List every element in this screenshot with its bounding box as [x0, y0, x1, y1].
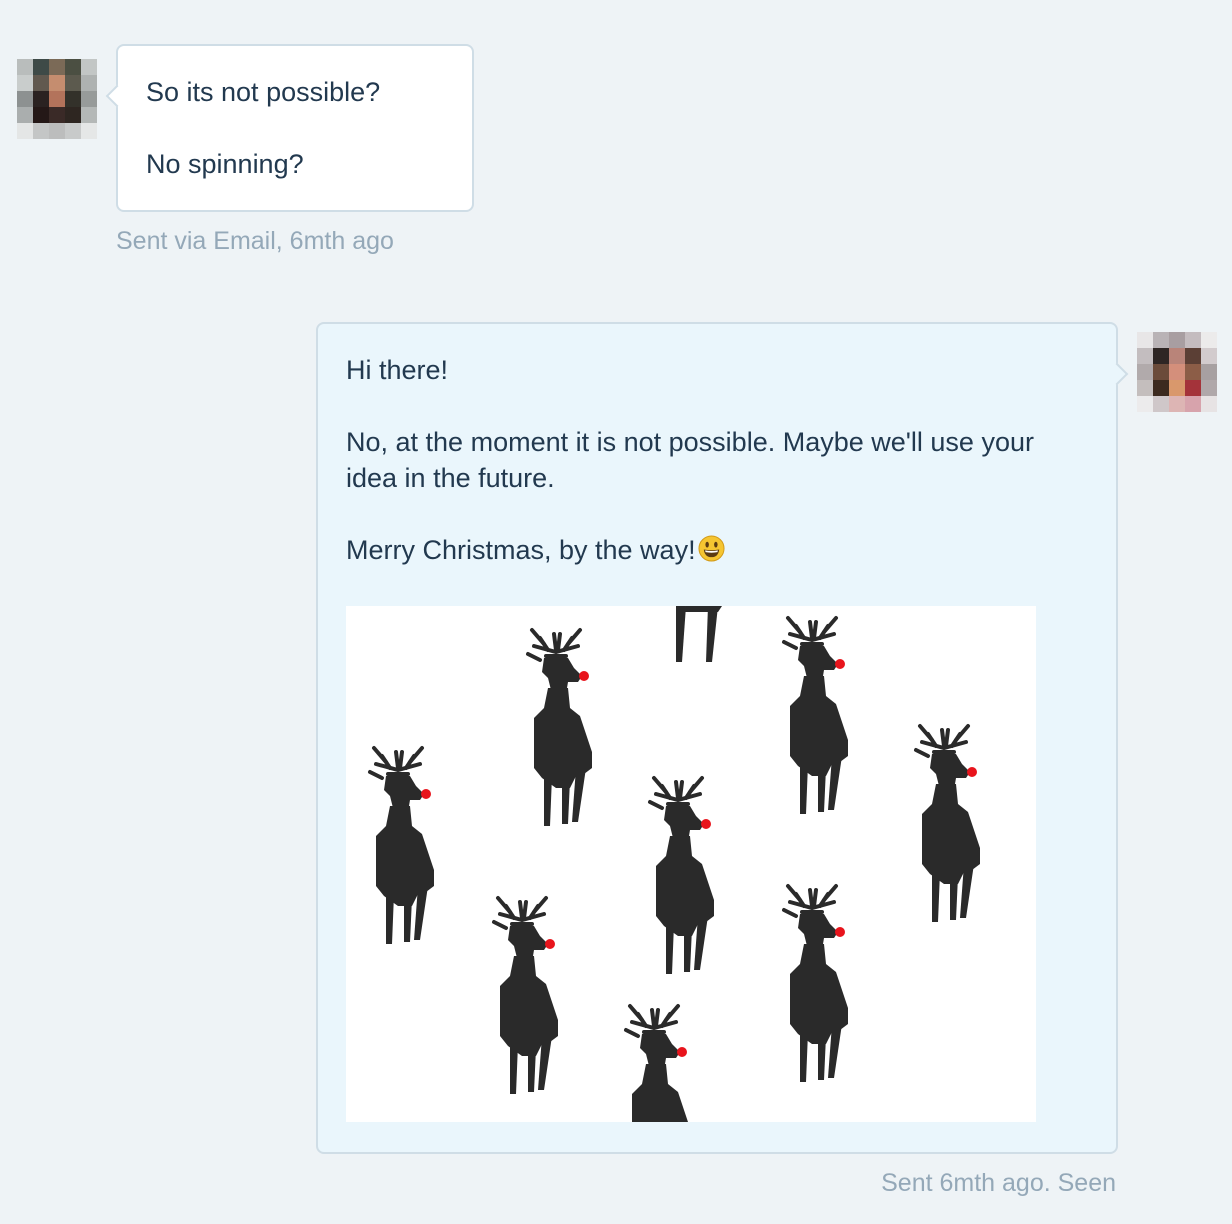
bubble-tail [1105, 362, 1129, 386]
outgoing-message-bubble[interactable]: Hi there! No, at the moment it is not po… [316, 322, 1129, 1154]
user-avatar[interactable] [17, 59, 97, 139]
message-closing: Merry Christmas, by the way! [346, 535, 696, 565]
message-line: No spinning? [146, 149, 304, 179]
reindeer-pattern-image[interactable] [346, 606, 1036, 1122]
conversation-view: So its not possible? No spinning? Sent v… [0, 0, 1232, 1224]
smiling-face-emoji [698, 535, 725, 571]
message-body: No, at the moment it is not possible. Ma… [346, 427, 1034, 493]
agent-avatar[interactable] [1137, 332, 1217, 412]
message-line: So its not possible? [146, 77, 381, 107]
message-greeting: Hi there! [346, 355, 449, 385]
message-closing-line: Merry Christmas, by the way! [346, 532, 1088, 571]
bubble-tail [105, 84, 129, 108]
incoming-message-bubble[interactable]: So its not possible? No spinning? [105, 44, 474, 212]
outgoing-message-meta: Sent 6mth ago. Seen [881, 1169, 1116, 1197]
incoming-message-meta: Sent via Email, 6mth ago [116, 227, 394, 255]
